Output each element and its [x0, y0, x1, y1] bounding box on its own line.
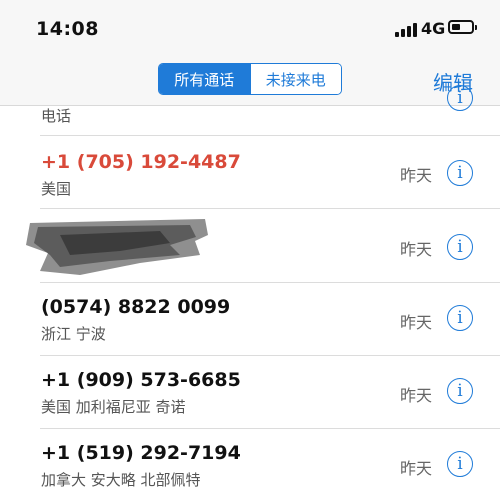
- info-icon[interactable]: i: [447, 378, 473, 404]
- call-number: +1 (909) 573-6685: [41, 369, 241, 391]
- info-icon[interactable]: i: [447, 451, 473, 477]
- call-location: 加拿大 安大略 北部佩特: [41, 471, 201, 489]
- battery-icon: [448, 20, 477, 34]
- info-icon[interactable]: i: [447, 85, 473, 111]
- call-location: 浙江 宁波: [41, 325, 106, 343]
- list-item[interactable]: +1 (519) 292-7194 加拿大 安大略 北部佩特 昨天 i: [0, 429, 500, 498]
- status-time: 14:08: [36, 18, 99, 40]
- list-item[interactable]: 昨天 i: [0, 209, 500, 283]
- list-item[interactable]: +1 (705) 192-4487 美国 昨天 i: [0, 136, 500, 209]
- call-location: 美国: [41, 180, 72, 198]
- info-icon[interactable]: i: [447, 305, 473, 331]
- list-item[interactable]: 电话 i: [0, 65, 500, 136]
- call-number: (0574) 8822 0099: [41, 296, 231, 318]
- list-item[interactable]: +1 (909) 573-6685 美国 加利福尼亚 奇诺 昨天 i: [0, 356, 500, 429]
- info-icon[interactable]: i: [447, 234, 473, 260]
- redaction-scribble: [26, 219, 208, 275]
- network-type: 4G: [421, 19, 446, 38]
- call-date: 昨天: [400, 386, 433, 405]
- call-date: 昨天: [400, 459, 433, 478]
- status-bar: 14:08 4G: [0, 0, 500, 58]
- call-date: 昨天: [400, 313, 433, 332]
- info-icon[interactable]: i: [447, 160, 473, 186]
- call-number: +1 (519) 292-7194: [41, 442, 241, 464]
- call-date: 昨天: [400, 166, 433, 185]
- call-date: 昨天: [400, 240, 433, 259]
- call-number: +1 (705) 192-4487: [41, 151, 241, 173]
- call-location: 美国 加利福尼亚 奇诺: [41, 398, 186, 416]
- list-item[interactable]: (0574) 8822 0099 浙江 宁波 昨天 i: [0, 283, 500, 356]
- cellular-signal-icon: [395, 21, 417, 37]
- call-location: 电话: [41, 107, 72, 125]
